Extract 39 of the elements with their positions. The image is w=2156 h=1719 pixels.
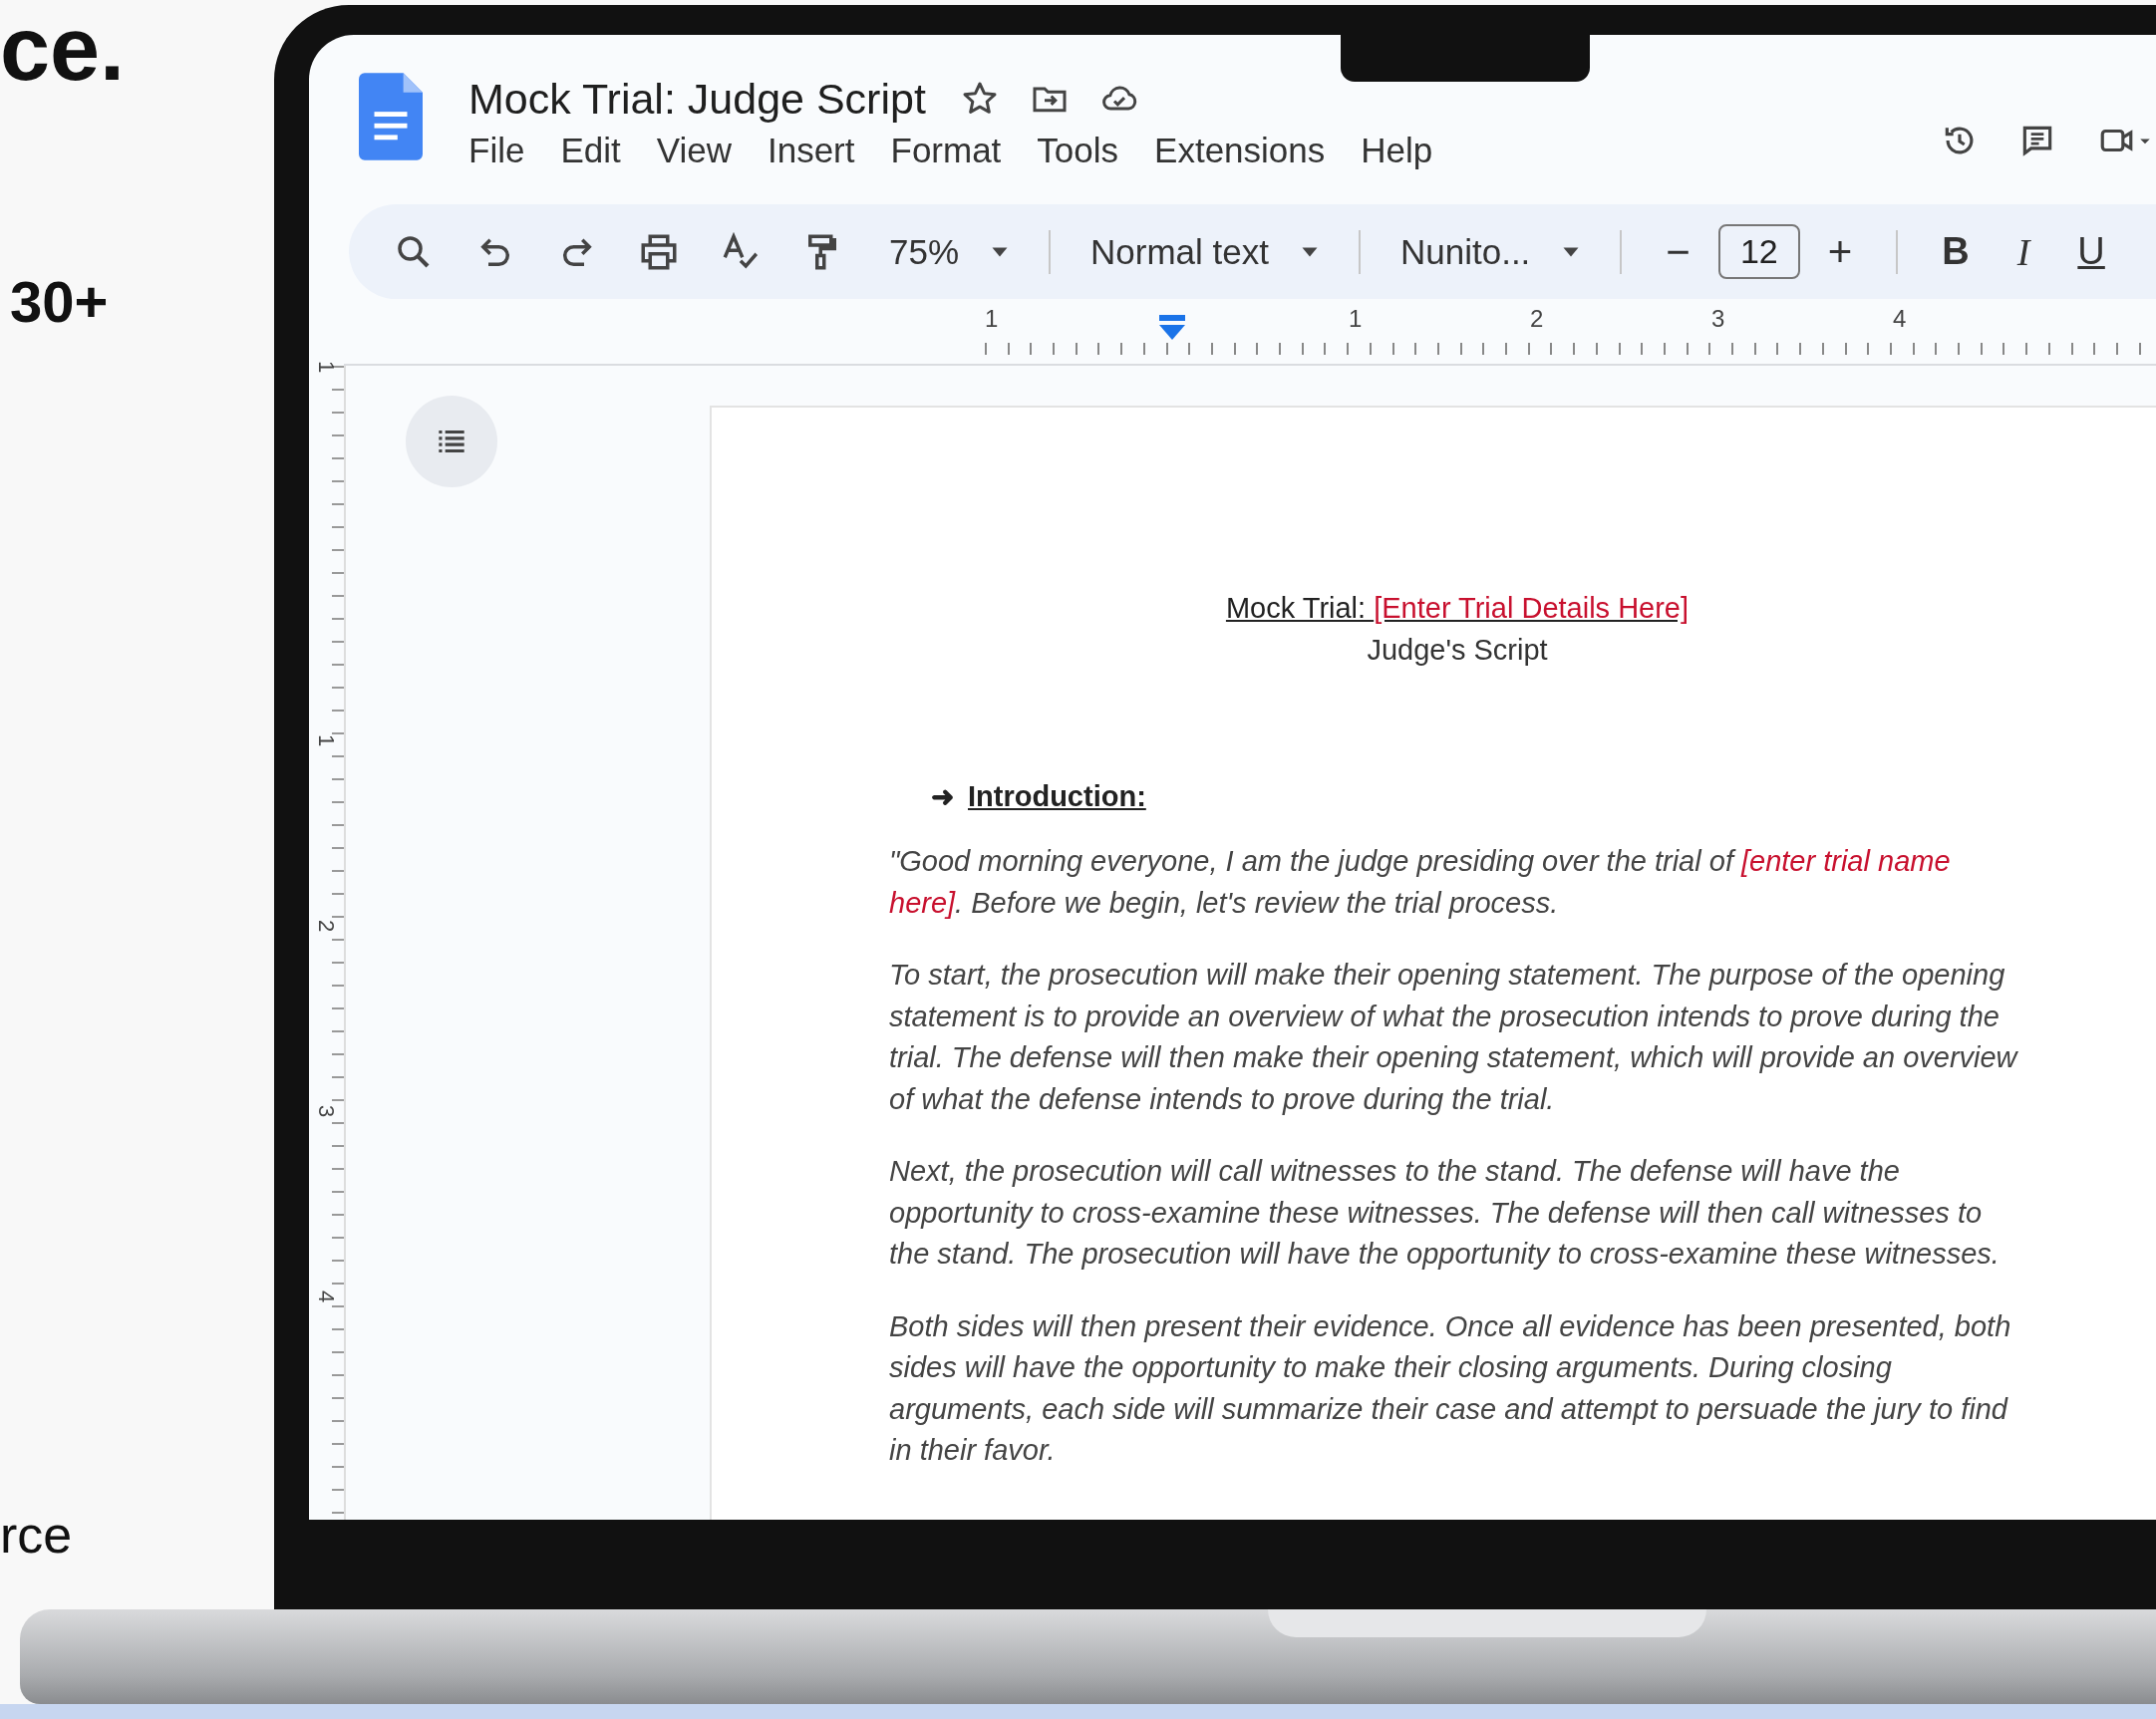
document-heading: Mock Trial: [Enter Trial Details Here] xyxy=(1224,591,1691,626)
ruler-number: 3 xyxy=(313,1104,340,1118)
menu-item[interactable]: Tools xyxy=(1037,128,1119,173)
menu-item[interactable]: View xyxy=(656,128,732,173)
paragraph-style-dropdown[interactable]: Normal text xyxy=(1090,231,1269,272)
ruler-number: 2 xyxy=(313,919,340,933)
paragraph: To start, the prosecution will make their opening statement. The purpose of the opening statement is to provide an overview of what the prosecution intends to prove during the trial. The defense will then make their opening statement, which will provide an overview of what the defense intends to prove during the trial. xyxy=(889,958,2019,1117)
format-button[interactable]: B xyxy=(1938,230,1974,273)
heading-fragment: ce. xyxy=(0,0,126,99)
menu-item[interactable]: Help xyxy=(1361,128,1433,173)
increase-font-size-button[interactable]: + xyxy=(1823,227,1857,276)
format-button[interactable]: I xyxy=(2012,229,2034,274)
menu-item[interactable]: File xyxy=(468,128,525,173)
decrease-font-size-button[interactable]: − xyxy=(1662,227,1694,276)
ruler-number: 4 xyxy=(313,1289,340,1303)
font-dropdown[interactable]: Nunito... xyxy=(1400,231,1531,272)
document-title[interactable]: Mock Trial: Judge Script xyxy=(468,72,926,126)
menu-item[interactable]: Extensions xyxy=(1154,128,1326,173)
arrow-bullet: ➜ xyxy=(931,780,954,813)
menu-item[interactable]: Insert xyxy=(767,128,855,173)
stat-number: 30+ xyxy=(10,268,109,335)
section-heading: Introduction: xyxy=(968,780,1146,813)
zoom-dropdown[interactable]: 75% xyxy=(889,231,960,272)
format-button[interactable]: U xyxy=(2073,230,2109,273)
paragraph: "Good morning everyone, I am the judge presiding over the trial of [enter trial name here]. Before we begin, let's review the trial process. xyxy=(889,844,1952,921)
ruler-number: 3 xyxy=(1711,305,1725,333)
ruler-number: 1 xyxy=(985,305,999,333)
ruler-number: 1 xyxy=(313,733,340,747)
menu-item[interactable]: Format xyxy=(890,128,1002,173)
text-fragment: rce xyxy=(0,1505,73,1565)
document-subtitle: Judge's Script xyxy=(1366,633,1549,668)
menu-item[interactable]: Edit xyxy=(560,128,621,173)
ruler-number: 1 xyxy=(1349,305,1363,333)
paragraph: Next, the prosecution will call witnesses to the stand. The defense will have the opportunity to cross-examine these witnesses. The defense will then call witnesses to the stand. The prosecution will have the opportunity to cross-examine these witnesses. xyxy=(889,1154,2001,1272)
font-size-field[interactable]: 12 xyxy=(1717,224,1800,279)
ruler-number: 2 xyxy=(1530,305,1544,333)
ruler-number: 4 xyxy=(1893,305,1907,333)
ruler-number: 1 xyxy=(313,360,340,374)
paragraph: Both sides will then present their evidence. Once all evidence has been presented, both sides will have the opportunity to make their closing arguments. During closing arguments, each side will summarize their case and attempt to persuade the jury to find in their favor. xyxy=(889,1308,2012,1468)
